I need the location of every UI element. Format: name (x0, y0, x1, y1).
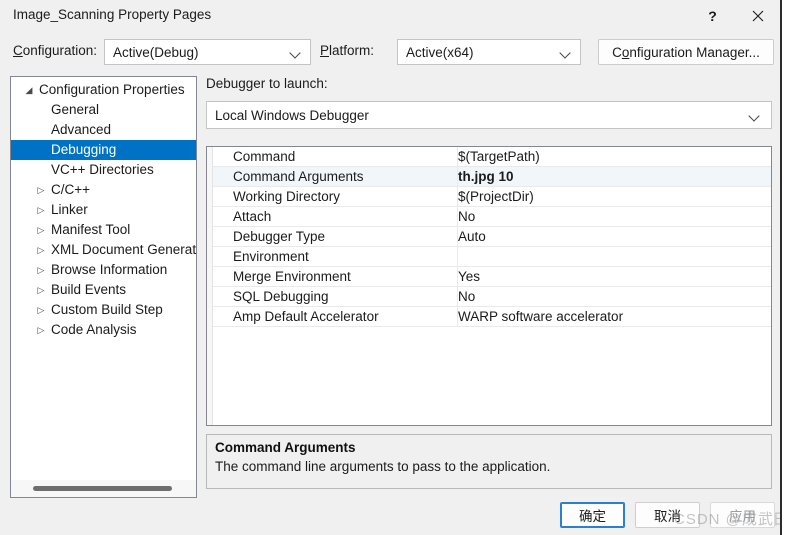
tree-collapsed-arrow-icon[interactable]: ▷ (35, 180, 47, 200)
tree-item-xml-document-generat[interactable]: ▷ XML Document Generat (11, 240, 196, 260)
configuration-label: Configuration: (13, 43, 98, 58)
title-bar: Image_Scanning Property Pages ? (0, 0, 780, 31)
tree-item-label: Manifest Tool (51, 222, 131, 237)
configuration-bar: Configuration: Active(Debug) Platform: A… (0, 36, 780, 68)
property-name: Command (233, 149, 296, 164)
tree-item-custom-build-step[interactable]: ▷ Custom Build Step (11, 300, 196, 320)
property-value[interactable]: WARP software accelerator (458, 307, 623, 326)
tree-item-label: Build Events (51, 282, 127, 297)
chevron-down-icon (560, 40, 571, 64)
tree-collapsed-arrow-icon[interactable]: ▷ (35, 200, 47, 220)
close-icon[interactable] (735, 0, 780, 31)
tree-collapsed-arrow-icon[interactable]: ▷ (35, 220, 47, 240)
tree-collapsed-arrow-icon[interactable]: ▷ (35, 320, 47, 340)
property-row[interactable]: Attach No (213, 207, 771, 227)
configuration-select[interactable]: Active(Debug) (104, 39, 311, 65)
configuration-manager-button[interactable]: Configuration Manager... (598, 39, 774, 65)
property-name: Command Arguments (233, 169, 364, 184)
tree-item-label: Advanced (51, 122, 112, 137)
tree-collapsed-arrow-icon[interactable]: ▷ (35, 260, 47, 280)
property-description-text: The command line arguments to pass to th… (215, 459, 551, 474)
debugging-page: Debugger to launch: Local Windows Debugg… (206, 74, 774, 498)
tree-item-vc-directories[interactable]: VC++ Directories (11, 160, 196, 180)
property-description-title: Command Arguments (215, 440, 356, 455)
tree-item-label: Configuration Properties (39, 82, 185, 97)
debugger-to-launch-label: Debugger to launch: (206, 76, 328, 91)
property-value[interactable]: $(ProjectDir) (458, 187, 534, 206)
property-row[interactable]: Merge Environment Yes (213, 267, 771, 287)
property-value[interactable]: No (458, 287, 475, 306)
tree-item-c-c[interactable]: ▷ C/C++ (11, 180, 196, 200)
property-row[interactable]: SQL Debugging No (213, 287, 771, 307)
property-row[interactable]: Command $(TargetPath) (213, 147, 771, 167)
property-pages-dialog: Image_Scanning Property Pages ? Configur… (0, 0, 782, 535)
tree-collapsed-arrow-icon[interactable]: ▷ (35, 300, 47, 320)
property-name: Working Directory (233, 189, 341, 204)
platform-select-value: Active(x64) (406, 44, 474, 60)
tree-item-debugging[interactable]: Debugging (11, 140, 196, 160)
tree-item-linker[interactable]: ▷ Linker (11, 200, 196, 220)
property-row[interactable]: Amp Default Accelerator WARP software acc… (213, 307, 771, 327)
configuration-manager-label: Configuration Manager... (612, 44, 760, 60)
dialog-button-bar: 确定 取消 应用 (0, 495, 780, 535)
tree-item-label: VC++ Directories (51, 162, 154, 177)
chevron-down-icon (290, 40, 301, 64)
property-name: Debugger Type (233, 229, 326, 244)
chevron-down-icon (749, 103, 760, 127)
property-name: Environment (233, 249, 309, 264)
property-name: Amp Default Accelerator (233, 309, 379, 324)
tree-item-manifest-tool[interactable]: ▷ Manifest Tool (11, 220, 196, 240)
tree-collapsed-arrow-icon[interactable]: ▷ (35, 280, 47, 300)
property-row[interactable]: Working Directory $(ProjectDir) (213, 187, 771, 207)
property-description-panel: Command Arguments The command line argum… (206, 434, 772, 489)
ok-button[interactable]: 确定 (560, 502, 625, 528)
debugger-to-launch-select[interactable]: Local Windows Debugger (206, 101, 772, 129)
tree-item-code-analysis[interactable]: ▷ Code Analysis (11, 320, 196, 340)
property-row[interactable]: Debugger Type Auto (213, 227, 771, 247)
tree-expanded-arrow-icon[interactable]: ◢ (23, 80, 35, 100)
platform-label: Platform: (320, 43, 375, 58)
debugger-to-launch-value: Local Windows Debugger (215, 107, 369, 123)
tree-item-browse-information[interactable]: ▷ Browse Information (11, 260, 196, 280)
tree-item-advanced[interactable]: Advanced (11, 120, 196, 140)
property-name: Attach (233, 209, 272, 224)
tree-item-label: Code Analysis (51, 322, 137, 337)
property-row[interactable]: Command Arguments th.jpg 10 (213, 167, 771, 187)
tree-item-label: Browse Information (51, 262, 168, 277)
property-name: SQL Debugging (233, 289, 329, 304)
property-value[interactable]: Yes (458, 267, 480, 286)
property-value[interactable]: Auto (458, 227, 486, 246)
cancel-button[interactable]: 取消 (635, 502, 700, 528)
property-grid[interactable]: Command $(TargetPath) Command Arguments th.… (206, 146, 772, 426)
window-title: Image_Scanning Property Pages (13, 7, 212, 22)
window-controls: ? (690, 0, 780, 31)
help-icon[interactable]: ? (690, 0, 735, 31)
properties-tree[interactable]: ◢ Configuration Properties General Advanced… (11, 80, 196, 479)
tree-collapsed-arrow-icon[interactable]: ▷ (35, 240, 47, 260)
apply-button[interactable]: 应用 (710, 502, 775, 528)
configuration-select-value: Active(Debug) (113, 44, 199, 60)
tree-scrollbar-thumb[interactable] (33, 486, 172, 491)
tree-item-build-events[interactable]: ▷ Build Events (11, 280, 196, 300)
grid-column-splitter[interactable] (457, 247, 458, 266)
property-value[interactable]: No (458, 207, 475, 226)
tree-item-label: Custom Build Step (51, 302, 163, 317)
tree-item-general[interactable]: General (11, 100, 196, 120)
tree-item-label: General (51, 102, 100, 117)
property-row[interactable]: Environment (213, 247, 771, 267)
property-name: Merge Environment (233, 269, 351, 284)
platform-select[interactable]: Active(x64) (397, 39, 581, 65)
tree-item-configuration-properties[interactable]: ◢ Configuration Properties (11, 80, 196, 100)
properties-tree-panel: ◢ Configuration Properties General Advanced… (10, 76, 197, 498)
property-value[interactable]: th.jpg 10 (458, 167, 514, 186)
tree-item-label: XML Document Generat (51, 242, 196, 257)
tree-item-label: Debugging (51, 142, 117, 157)
property-value[interactable]: $(TargetPath) (458, 147, 540, 166)
